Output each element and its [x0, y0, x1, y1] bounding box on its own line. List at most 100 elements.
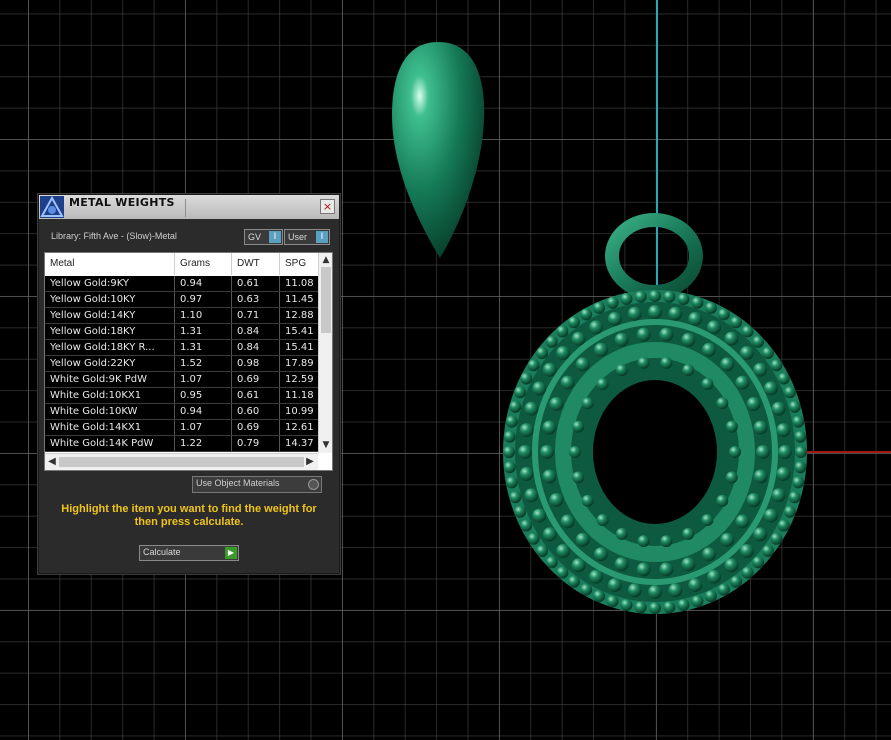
table-row[interactable]: Yellow Gold:10KY 0.97 0.63 11.45 — [45, 292, 318, 308]
bead — [648, 305, 662, 319]
cell-grams: 0.94 — [175, 404, 232, 419]
bead — [681, 332, 696, 347]
horizontal-scrollbar[interactable]: ◀ ▶ — [45, 453, 318, 470]
bead — [549, 397, 564, 411]
cell-spg: 12.88 — [285, 310, 314, 321]
bead — [763, 508, 778, 523]
user-toggle-switch[interactable]: I — [316, 231, 328, 243]
bead — [580, 308, 593, 321]
cell-metal: White Gold:9K PdW — [45, 372, 175, 387]
bead — [788, 400, 801, 413]
title-divider — [185, 199, 186, 217]
play-icon[interactable]: ▶ — [225, 547, 237, 559]
table-body: Yellow Gold:9KY 0.94 0.61 11.08 Yellow Gold:… — [45, 276, 318, 452]
bead — [560, 514, 575, 529]
bead — [514, 386, 527, 399]
scroll-left-icon[interactable]: ◀ — [46, 454, 58, 470]
cell-metal: White Gold:14K PdW — [45, 436, 175, 451]
pendant-bail[interactable] — [605, 213, 703, 299]
cell-metal: White Gold:10KW — [45, 404, 175, 419]
panel-titlebar[interactable]: METAL WEIGHTS × — [39, 195, 339, 219]
bead — [753, 362, 768, 377]
teardrop-model[interactable] — [392, 42, 485, 258]
bead — [636, 562, 651, 577]
cell-metal: Yellow Gold:10KY — [45, 292, 175, 307]
bead — [701, 514, 714, 526]
scroll-down-icon[interactable]: ▼ — [319, 439, 332, 451]
bead — [663, 290, 676, 303]
bead — [527, 532, 540, 545]
table-row[interactable]: White Gold:10KX1 0.95 0.61 11.18 — [45, 388, 318, 404]
bead — [752, 335, 765, 348]
gv-toggle-switch[interactable]: I — [269, 231, 281, 243]
use-object-materials-radio[interactable] — [308, 479, 319, 490]
vertical-scroll-thumb[interactable] — [321, 267, 331, 333]
table-row[interactable]: White Gold:9K PdW 1.07 0.69 12.59 — [45, 372, 318, 388]
cell-spg: 10.99 — [285, 406, 314, 417]
cell-metal: Yellow Gold:18KY R... — [45, 340, 175, 355]
bead — [542, 420, 557, 435]
bead — [770, 532, 783, 545]
cell-spg: 12.61 — [285, 422, 314, 433]
bead — [771, 488, 786, 503]
bead — [691, 595, 704, 608]
bead — [720, 532, 735, 547]
table-row[interactable]: Yellow Gold:22KY 1.52 0.98 17.89 — [45, 356, 318, 372]
bead — [720, 357, 735, 372]
table-row[interactable]: Yellow Gold:18KY R... 1.31 0.84 15.41 — [45, 340, 318, 356]
bead — [741, 325, 754, 338]
bead — [572, 471, 585, 484]
bead — [569, 446, 581, 458]
table-row[interactable]: Yellow Gold:9KY 0.94 0.61 11.08 — [45, 276, 318, 292]
column-header-metal[interactable]: Metal — [45, 253, 175, 275]
column-header-spg[interactable]: SPG — [280, 253, 318, 275]
table-row[interactable]: White Gold:10KW 0.94 0.60 10.99 — [45, 404, 318, 420]
scroll-up-icon[interactable]: ▲ — [319, 254, 332, 266]
cell-grams: 1.52 — [175, 356, 232, 371]
bead — [648, 585, 662, 599]
bead — [681, 557, 696, 572]
bead — [688, 578, 703, 593]
column-header-grams[interactable]: Grams — [175, 253, 232, 275]
bead — [778, 445, 792, 459]
cell-dwt: 0.71 — [232, 308, 280, 323]
bead — [753, 527, 768, 542]
cell-metal: Yellow Gold:18KY — [45, 324, 175, 339]
cell-grams: 1.10 — [175, 308, 232, 323]
bead — [752, 556, 765, 569]
calculate-button[interactable]: Calculate ▶ — [139, 545, 239, 561]
user-toggle[interactable]: User I — [284, 229, 330, 245]
metal-table[interactable]: Metal Grams DWT SPG Yellow Gold:9KY 0.94 0… — [44, 252, 333, 471]
table-row[interactable]: Yellow Gold:18KY 1.31 0.84 15.41 — [45, 324, 318, 340]
user-toggle-label: User — [288, 232, 308, 242]
bead — [770, 359, 783, 372]
panel-title: METAL WEIGHTS — [69, 196, 175, 209]
gv-toggle[interactable]: GV I — [244, 229, 283, 245]
bead — [545, 335, 558, 348]
column-header-dwt[interactable]: DWT — [232, 253, 280, 275]
bead — [777, 519, 790, 532]
bead — [607, 578, 622, 593]
bead — [649, 290, 661, 302]
cell-dwt: 0.61 — [232, 276, 280, 291]
pendant-model[interactable] — [503, 290, 807, 614]
bead — [571, 558, 586, 573]
bead — [634, 290, 647, 303]
bead — [741, 566, 754, 579]
table-row[interactable]: White Gold:14K PdW 1.22 0.79 14.37 — [45, 436, 318, 452]
bead — [668, 306, 683, 321]
use-object-materials-option[interactable]: Use Object Materials — [192, 476, 322, 493]
table-row[interactable]: Yellow Gold:14KY 1.10 0.71 12.88 — [45, 308, 318, 324]
bead — [677, 293, 690, 305]
close-button[interactable]: × — [320, 199, 335, 214]
scroll-right-icon[interactable]: ▶ — [304, 454, 316, 470]
bead — [572, 420, 585, 433]
bead — [795, 446, 807, 458]
bead — [701, 378, 714, 390]
bead — [704, 301, 717, 314]
bead — [571, 331, 586, 346]
horizontal-scroll-thumb[interactable] — [59, 457, 304, 467]
table-row[interactable]: White Gold:14KX1 1.07 0.69 12.61 — [45, 420, 318, 436]
metal-weights-panel[interactable]: METAL WEIGHTS × Library: Fifth Ave - (Sl… — [38, 194, 340, 574]
vertical-scrollbar[interactable]: ▲ ▼ — [318, 253, 332, 453]
